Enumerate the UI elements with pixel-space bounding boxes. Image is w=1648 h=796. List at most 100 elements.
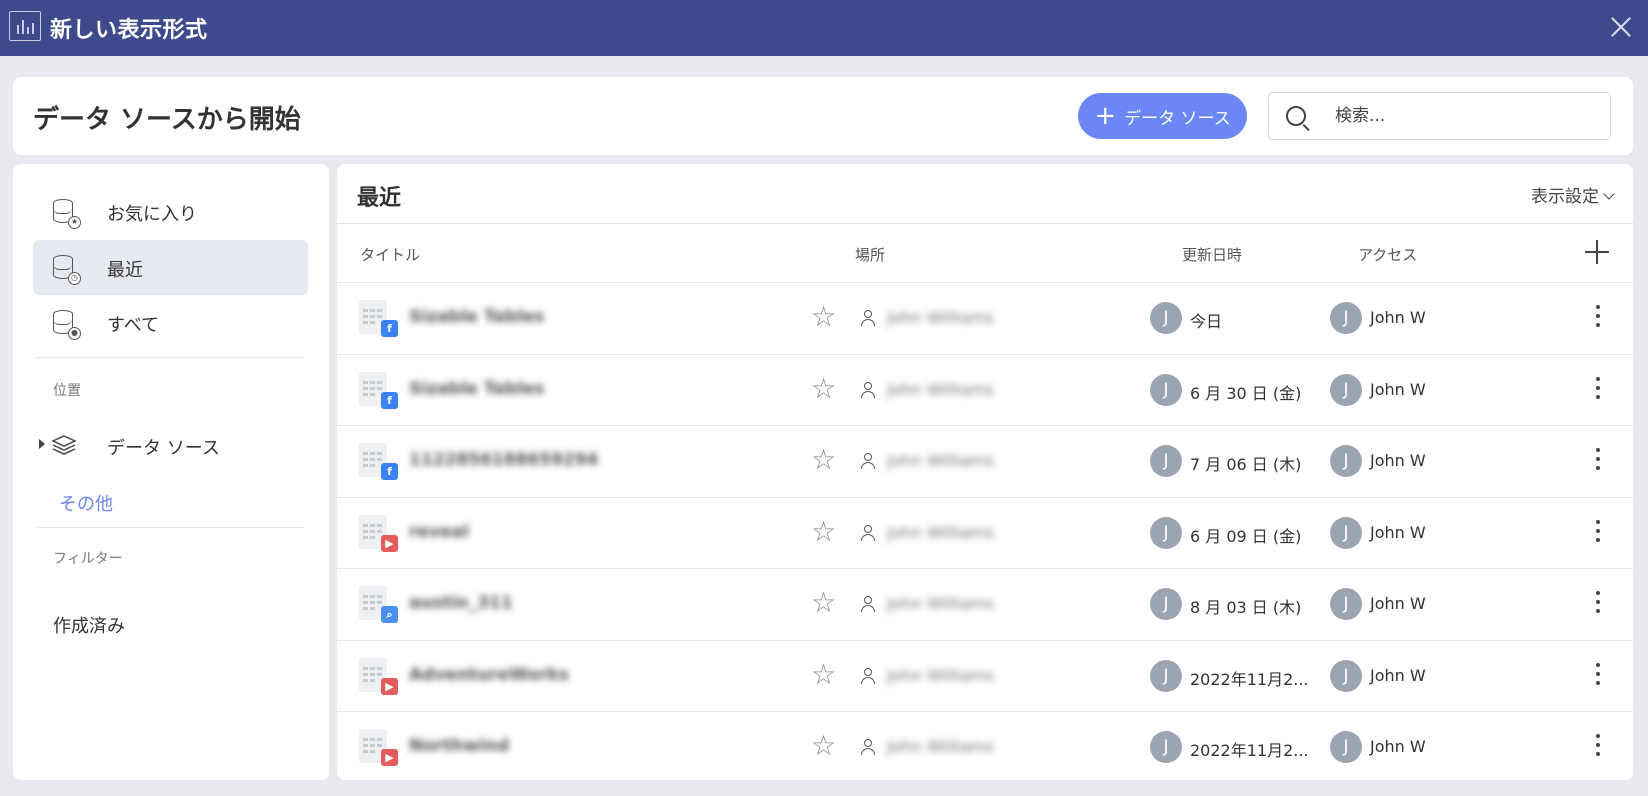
search-box[interactable] (1268, 92, 1611, 140)
section-title: 最近 (357, 186, 402, 211)
row-updated: 8 月 03 日 (木) (1190, 598, 1302, 617)
source-badge-icon: ⌕ (381, 606, 398, 623)
person-icon (861, 524, 875, 541)
star-icon[interactable]: ☆ (811, 517, 836, 546)
row-location: John Williams (887, 308, 994, 327)
spreadsheet-file-icon: ▶ (359, 729, 398, 767)
row-access: John W (1370, 737, 1426, 756)
avatar: J (1330, 302, 1362, 334)
row-location: John Williams (887, 451, 994, 470)
database-user-icon: ● (51, 308, 81, 340)
table-row[interactable]: f Sizable Tables ☆ John Williams J 今日 J John W (337, 282, 1633, 353)
more-options-icon[interactable] (1595, 519, 1601, 544)
row-title[interactable]: Sizable Tables (409, 307, 544, 327)
chart-icon (9, 11, 41, 41)
row-updated: 2022年11月2... (1190, 741, 1309, 760)
row-updated: 6 月 30 日 (金) (1190, 383, 1302, 403)
sidebar-item-all[interactable]: ● すべて (33, 295, 308, 350)
avatar: J (1150, 445, 1182, 477)
sidebar-item-favorites[interactable]: ★ お気に入り (33, 184, 308, 239)
row-title[interactable]: reveal (409, 522, 469, 542)
row-location: John Williams (887, 665, 994, 685)
row-access: John W (1370, 451, 1426, 470)
more-options-icon[interactable] (1595, 376, 1601, 401)
star-icon[interactable]: ☆ (811, 732, 836, 760)
avatar: J (1330, 445, 1362, 477)
row-access: John W (1370, 379, 1426, 399)
star-icon[interactable]: ☆ (811, 446, 836, 474)
table-row[interactable]: ▶ reveal ☆ John Williams J 6 月 09 日 (金) J John … (337, 496, 1633, 568)
row-location: John Williams (887, 594, 994, 613)
table-row[interactable]: ▶ AdventureWorks ☆ John Williams J 2022年11月2.… (337, 639, 1633, 711)
table-row[interactable]: f Sizable Tables ☆ John Williams J 6 月 30 日 (… (337, 353, 1633, 425)
add-data-source-button[interactable]: + データ ソース (1078, 93, 1247, 139)
window-title: 新しい表示形式 (50, 18, 208, 43)
avatar: J (1330, 373, 1362, 406)
add-column-icon[interactable] (1585, 240, 1609, 264)
column-header-title[interactable]: タイトル (360, 244, 420, 265)
star-icon[interactable]: ☆ (811, 303, 836, 331)
source-badge-icon: ▶ (381, 534, 398, 552)
avatar: J (1150, 516, 1182, 549)
person-icon (861, 596, 875, 612)
search-icon (1286, 106, 1306, 126)
page-title: データ ソースから開始 (33, 105, 301, 135)
more-options-icon[interactable] (1595, 448, 1601, 472)
row-title[interactable]: Northwind (409, 736, 509, 756)
more-options-icon[interactable] (1595, 662, 1601, 687)
column-header-access[interactable]: アクセス (1358, 244, 1417, 265)
chevron-down-icon (1603, 188, 1615, 200)
layers-icon (51, 435, 77, 455)
star-icon[interactable]: ☆ (811, 589, 836, 617)
row-title[interactable]: 1122856188659294 (409, 450, 598, 470)
sidebar-item-label: 最近 (107, 260, 143, 281)
view-settings-dropdown[interactable]: 表示設定 (1531, 182, 1615, 207)
expand-caret-icon[interactable] (39, 439, 45, 449)
source-badge-icon: f (381, 391, 398, 409)
spreadsheet-file-icon: f (359, 300, 398, 338)
view-settings-label: 表示設定 (1531, 187, 1599, 207)
row-title[interactable]: Sizable Tables (409, 379, 544, 399)
row-access: John W (1370, 522, 1426, 542)
spreadsheet-file-icon: ▶ (359, 657, 398, 696)
search-input[interactable] (1335, 103, 1595, 129)
star-icon[interactable]: ☆ (811, 374, 836, 403)
row-updated: 2022年11月2... (1190, 669, 1309, 689)
filter-item-created[interactable]: 作成済み (53, 612, 125, 638)
more-options-icon[interactable] (1595, 734, 1601, 758)
sidebar-item-label: すべて (107, 315, 160, 336)
plus-icon: + (1094, 101, 1117, 131)
spreadsheet-file-icon: ▶ (359, 514, 398, 553)
avatar: J (1330, 659, 1362, 692)
tree-item-data-sources[interactable]: データ ソース (39, 430, 299, 460)
row-access: John W (1370, 665, 1426, 685)
spreadsheet-file-icon: f (359, 443, 398, 481)
source-badge-icon: f (381, 463, 398, 480)
column-header-updated[interactable]: 更新日時 (1182, 244, 1242, 265)
close-icon[interactable] (1608, 14, 1634, 40)
avatar: J (1150, 373, 1182, 406)
person-icon (861, 310, 875, 326)
table-row[interactable]: ▶ Northwind ☆ John Williams J 2022年11月2... J Jo… (337, 711, 1633, 780)
row-title[interactable]: austin_311 (409, 593, 513, 613)
more-options-icon[interactable] (1595, 591, 1601, 615)
person-icon (861, 381, 875, 398)
other-link[interactable]: その他 (59, 490, 113, 516)
add-data-source-label: データ ソース (1124, 108, 1231, 129)
title-bar: 新しい表示形式 (0, 0, 1648, 56)
table-row[interactable]: ⌕ austin_311 ☆ John Williams J 8 月 03 日 (木) J J… (337, 568, 1633, 639)
database-star-icon: ★ (51, 197, 81, 229)
row-location: John Williams (887, 379, 994, 399)
more-options-icon[interactable] (1595, 305, 1601, 329)
row-updated: 今日 (1190, 312, 1223, 331)
header-card: データ ソースから開始 + データ ソース (13, 77, 1633, 155)
spreadsheet-file-icon: f (359, 371, 398, 410)
avatar: J (1330, 516, 1362, 549)
table-row[interactable]: f 1122856188659294 ☆ John Williams J 7 月 06 日… (337, 425, 1633, 496)
avatar: J (1150, 302, 1182, 334)
source-badge-icon: f (381, 320, 398, 337)
row-title[interactable]: AdventureWorks (409, 665, 569, 685)
star-icon[interactable]: ☆ (811, 660, 836, 689)
column-header-location[interactable]: 場所 (855, 244, 885, 265)
sidebar-item-recent[interactable]: ◷ 最近 (33, 240, 308, 295)
